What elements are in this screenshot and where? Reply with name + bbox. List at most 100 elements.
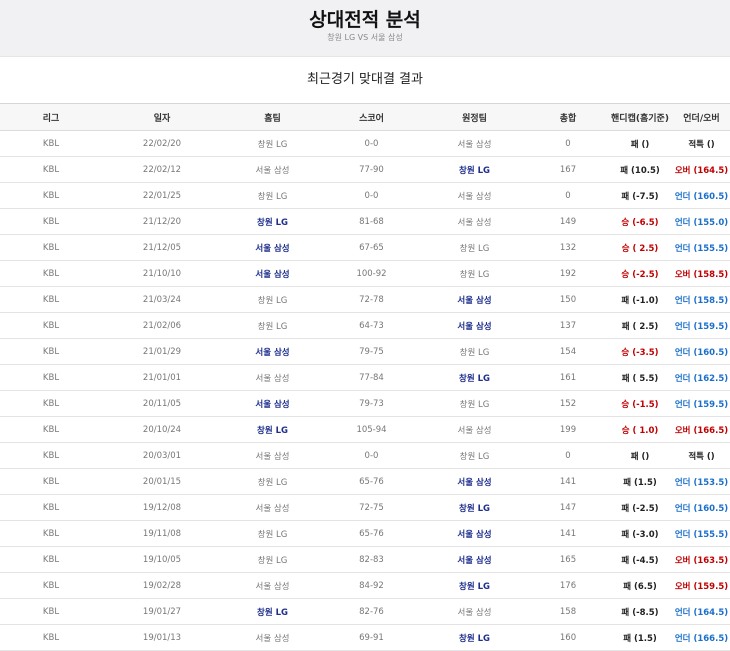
handicap-cell: 패 (-8.5) [607,598,673,625]
score-cell: 72-78 [323,286,420,313]
score-cell: 79-73 [323,390,420,417]
over-under-cell: 언더 (155.0) [673,208,730,235]
away-team-cell: 서울 삼성 [420,520,529,547]
table-row: KBL 21/12/05 서울 삼성 67-65 창원 LG 132 승 ( 2.5) 언더 … [0,234,730,261]
date-cell: 22/02/20 [102,130,222,157]
away-team-cell: 서울 삼성 [420,312,529,339]
handicap-cell: 패 () [607,130,673,157]
score-cell: 82-76 [323,598,420,625]
table-row: KBL 19/01/27 창원 LG 82-76 서울 삼성 158 패 (-8.5) 언더 … [0,598,730,625]
date-cell: 21/12/20 [102,208,222,235]
score-cell: 72-75 [323,494,420,521]
table-row: KBL 21/10/10 서울 삼성 100-92 창원 LG 192 승 (-2.5) 오버… [0,260,730,287]
date-cell: 22/01/25 [102,182,222,209]
table-row: KBL 21/01/01 서울 삼성 77-84 창원 LG 161 패 ( 5.5) 언더 … [0,364,730,391]
away-team-cell: 창원 LG [420,156,529,183]
over-under-cell: 언더 (160.5) [673,494,730,521]
date-cell: 21/10/10 [102,260,222,287]
total-cell: 199 [529,416,607,443]
away-team-cell: 서울 삼성 [420,208,529,235]
date-cell: 21/12/05 [102,234,222,261]
away-team-cell: 창원 LG [420,624,529,651]
league-cell: KBL [0,312,102,339]
league-cell: KBL [0,234,102,261]
league-cell: KBL [0,338,102,365]
total-cell: 154 [529,338,607,365]
away-team-cell: 서울 삼성 [420,598,529,625]
over-under-cell: 오버 (159.5) [673,572,730,599]
handicap-cell: 승 (-6.5) [607,208,673,235]
score-cell: 64-73 [323,312,420,339]
over-under-cell: 언더 (159.5) [673,312,730,339]
table-row: KBL 21/12/20 창원 LG 81-68 서울 삼성 149 승 (-6.5) 언더 … [0,208,730,235]
total-cell: 158 [529,598,607,625]
score-cell: 65-76 [323,520,420,547]
home-team-cell: 창원 LG [222,520,323,547]
table-row: KBL 19/02/28 서울 삼성 84-92 창원 LG 176 패 (6.5) 오버 (… [0,572,730,599]
date-cell: 20/10/24 [102,416,222,443]
away-team-cell: 서울 삼성 [420,468,529,495]
home-team-cell: 서울 삼성 [222,156,323,183]
total-cell: 165 [529,546,607,573]
league-cell: KBL [0,208,102,235]
total-cell: 192 [529,260,607,287]
total-cell: 0 [529,130,607,157]
score-cell: 105-94 [323,416,420,443]
date-cell: 21/03/24 [102,286,222,313]
over-under-cell: 적특 () [673,442,730,469]
table-row: KBL 20/01/15 창원 LG 65-76 서울 삼성 141 패 (1.5) 언더 (… [0,468,730,495]
handicap-cell: 패 (-4.5) [607,546,673,573]
handicap-cell: 패 (6.5) [607,572,673,599]
league-cell: KBL [0,572,102,599]
away-team-cell: 서울 삼성 [420,130,529,157]
column-header-date: 일자 [102,104,222,131]
table-row: KBL 22/01/25 창원 LG 0-0 서울 삼성 0 패 (-7.5) 언더 (160… [0,182,730,209]
table-row: KBL 19/11/08 창원 LG 65-76 서울 삼성 141 패 (-3.0) 언더 … [0,520,730,547]
date-cell: 20/11/05 [102,390,222,417]
league-cell: KBL [0,468,102,495]
total-cell: 147 [529,494,607,521]
total-cell: 0 [529,182,607,209]
date-cell: 21/01/29 [102,338,222,365]
table-row: KBL 19/12/08 서울 삼성 72-75 창원 LG 147 패 (-2.5) 언더 … [0,494,730,521]
date-cell: 20/03/01 [102,442,222,469]
total-cell: 167 [529,156,607,183]
table-row: KBL 21/02/06 창원 LG 64-73 서울 삼성 137 패 ( 2.5) 언더 … [0,312,730,339]
column-header-score: 스코어 [323,104,420,131]
table-header-row: 리그 일자 홈팀 스코어 원정팀 총합 핸디캡(홈기준) 언더/오버 [0,104,730,131]
home-team-cell: 서울 삼성 [222,572,323,599]
date-cell: 19/12/08 [102,494,222,521]
handicap-cell: 패 (-2.5) [607,494,673,521]
total-cell: 161 [529,364,607,391]
date-cell: 21/02/06 [102,312,222,339]
league-cell: KBL [0,624,102,651]
date-cell: 19/01/13 [102,624,222,651]
handicap-cell: 패 (1.5) [607,624,673,651]
away-team-cell: 창원 LG [420,494,529,521]
handicap-cell: 패 ( 2.5) [607,312,673,339]
away-team-cell: 서울 삼성 [420,286,529,313]
home-team-cell: 서울 삼성 [222,260,323,287]
date-cell: 21/01/01 [102,364,222,391]
total-cell: 141 [529,520,607,547]
league-cell: KBL [0,494,102,521]
over-under-cell: 언더 (164.5) [673,598,730,625]
league-cell: KBL [0,546,102,573]
home-team-cell: 창원 LG [222,598,323,625]
column-header-over-under: 언더/오버 [673,104,730,131]
away-team-cell: 창원 LG [420,572,529,599]
league-cell: KBL [0,130,102,157]
handicap-cell: 패 ( 5.5) [607,364,673,391]
handicap-cell: 승 ( 2.5) [607,234,673,261]
handicap-cell: 패 (1.5) [607,468,673,495]
handicap-cell: 패 (-7.5) [607,182,673,209]
section-title: 최근경기 맞대결 결과 [0,57,730,104]
over-under-cell: 언더 (160.5) [673,338,730,365]
league-cell: KBL [0,520,102,547]
away-team-cell: 창원 LG [420,364,529,391]
home-team-cell: 서울 삼성 [222,234,323,261]
league-cell: KBL [0,390,102,417]
score-cell: 81-68 [323,208,420,235]
score-cell: 67-65 [323,234,420,261]
column-header-home: 홈팀 [222,104,323,131]
